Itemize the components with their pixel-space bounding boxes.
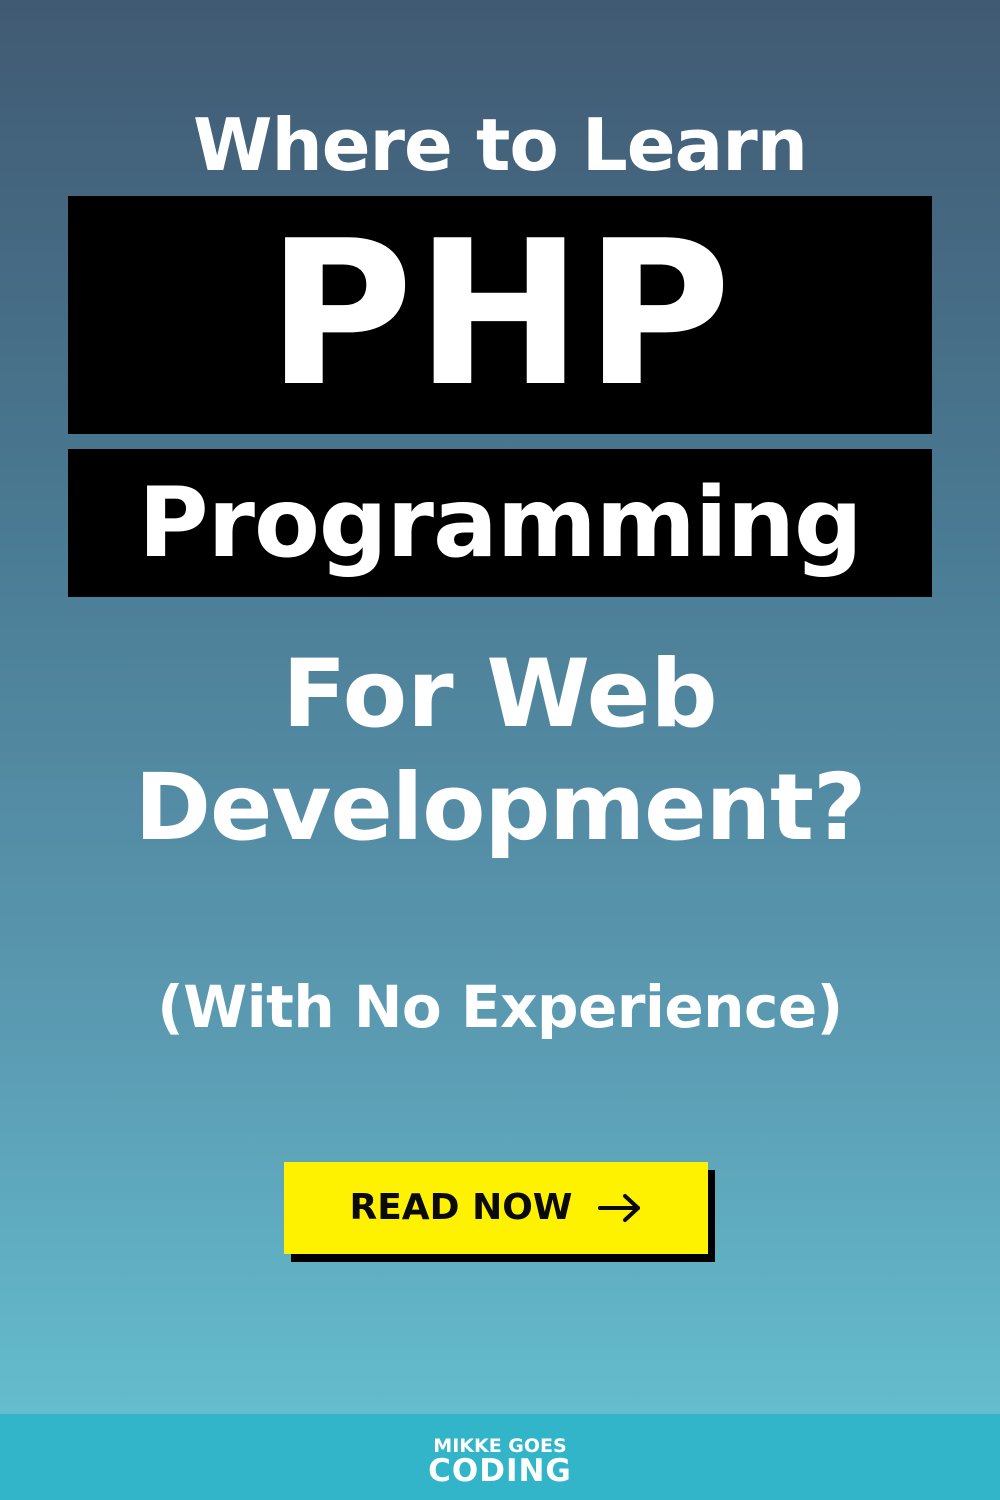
subtitle-no-experience: (With No Experience) xyxy=(157,973,843,1041)
logo-line-coding: CODING xyxy=(428,1453,572,1489)
headline-programming: Programming xyxy=(138,467,863,579)
headline-line-for-web: For Web xyxy=(282,640,718,749)
headline-php: PHP xyxy=(266,198,734,431)
read-now-label: READ NOW xyxy=(349,1187,573,1228)
highlight-box-php: PHP xyxy=(68,196,932,434)
pin-graphic: { "headline": { "line1": "Where to Learn… xyxy=(0,0,1000,1500)
headline-line-development: Development? xyxy=(134,754,867,861)
brand-logo: MIKKE GOES CODING xyxy=(0,1436,1000,1489)
highlight-box-programming: Programming xyxy=(68,449,932,597)
arrow-right-icon xyxy=(597,1188,643,1228)
read-now-button[interactable]: READ NOW xyxy=(284,1162,708,1254)
headline-line-where-to-learn: Where to Learn xyxy=(193,103,808,187)
